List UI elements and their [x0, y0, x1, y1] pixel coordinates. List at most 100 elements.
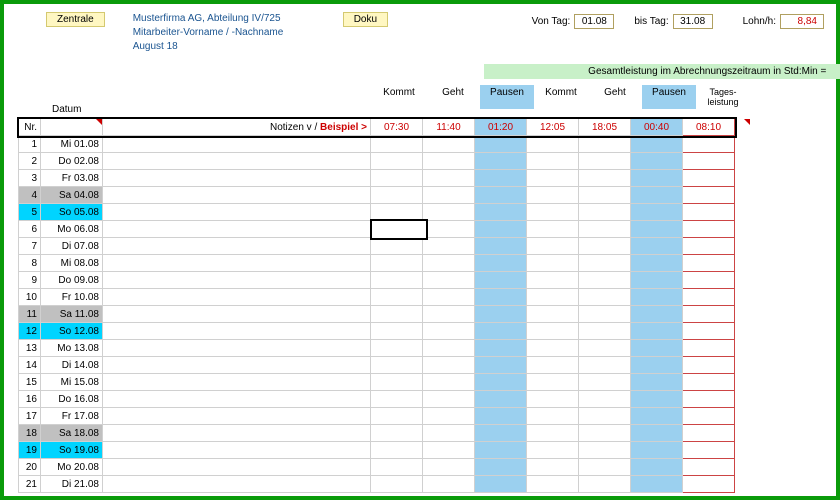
row-geht-1[interactable] — [423, 272, 475, 289]
row-geht-2[interactable] — [579, 153, 631, 170]
row-geht-1[interactable] — [423, 459, 475, 476]
row-geht-2[interactable] — [579, 391, 631, 408]
table-row[interactable]: 9Do 09.08 — [19, 272, 735, 289]
row-pausen-2[interactable] — [631, 204, 683, 221]
row-kommt-2[interactable] — [527, 153, 579, 170]
row-notes[interactable] — [103, 340, 371, 357]
table-row[interactable]: 21Di 21.08 — [19, 476, 735, 493]
row-pausen-2[interactable] — [631, 255, 683, 272]
table-row[interactable]: 14Di 14.08 — [19, 357, 735, 374]
row-geht-2[interactable] — [579, 459, 631, 476]
row-kommt-1[interactable] — [371, 391, 423, 408]
row-kommt-2[interactable] — [527, 425, 579, 442]
lohn-input[interactable]: 8,84 — [780, 14, 824, 29]
row-notes[interactable] — [103, 306, 371, 323]
row-pausen-1[interactable] — [475, 204, 527, 221]
row-pausen-1[interactable] — [475, 289, 527, 306]
row-geht-2[interactable] — [579, 408, 631, 425]
von-tag-input[interactable]: 01.08 — [574, 14, 614, 29]
row-notes[interactable] — [103, 272, 371, 289]
row-pausen-2[interactable] — [631, 289, 683, 306]
row-kommt-2[interactable] — [527, 408, 579, 425]
table-row[interactable]: 2Do 02.08 — [19, 153, 735, 170]
row-kommt-1[interactable] — [371, 187, 423, 204]
row-notes[interactable] — [103, 476, 371, 493]
row-pausen-2[interactable] — [631, 238, 683, 255]
row-kommt-1[interactable] — [371, 425, 423, 442]
row-pausen-1[interactable] — [475, 357, 527, 374]
row-kommt-2[interactable] — [527, 374, 579, 391]
row-geht-1[interactable] — [423, 289, 475, 306]
row-kommt-2[interactable] — [527, 306, 579, 323]
row-kommt-1[interactable] — [371, 408, 423, 425]
row-geht-1[interactable] — [423, 187, 475, 204]
row-notes[interactable] — [103, 323, 371, 340]
row-notes[interactable] — [103, 204, 371, 221]
row-geht-1[interactable] — [423, 374, 475, 391]
row-kommt-1[interactable] — [371, 442, 423, 459]
row-geht-1[interactable] — [423, 391, 475, 408]
row-notes[interactable] — [103, 374, 371, 391]
row-kommt-1[interactable] — [371, 272, 423, 289]
row-geht-2[interactable] — [579, 170, 631, 187]
row-kommt-2[interactable] — [527, 238, 579, 255]
row-notes[interactable] — [103, 391, 371, 408]
row-kommt-1[interactable] — [371, 476, 423, 493]
row-geht-1[interactable] — [423, 170, 475, 187]
table-row[interactable]: 3Fr 03.08 — [19, 170, 735, 187]
row-geht-2[interactable] — [579, 272, 631, 289]
row-geht-1[interactable] — [423, 136, 475, 153]
zentrale-button[interactable]: Zentrale — [46, 12, 105, 27]
row-pausen-1[interactable] — [475, 425, 527, 442]
row-kommt-2[interactable] — [527, 221, 579, 238]
row-geht-1[interactable] — [423, 255, 475, 272]
row-kommt-2[interactable] — [527, 187, 579, 204]
row-kommt-2[interactable] — [527, 323, 579, 340]
row-geht-1[interactable] — [423, 238, 475, 255]
table-row[interactable]: 20Mo 20.08 — [19, 459, 735, 476]
row-pausen-2[interactable] — [631, 153, 683, 170]
row-notes[interactable] — [103, 255, 371, 272]
table-row[interactable]: 13Mo 13.08 — [19, 340, 735, 357]
table-row[interactable]: 12So 12.08 — [19, 323, 735, 340]
row-kommt-2[interactable] — [527, 442, 579, 459]
row-pausen-1[interactable] — [475, 408, 527, 425]
row-kommt-2[interactable] — [527, 170, 579, 187]
row-geht-1[interactable] — [423, 306, 475, 323]
row-pausen-1[interactable] — [475, 374, 527, 391]
row-pausen-2[interactable] — [631, 340, 683, 357]
row-notes[interactable] — [103, 136, 371, 153]
doku-button[interactable]: Doku — [343, 12, 388, 27]
row-geht-1[interactable] — [423, 340, 475, 357]
row-geht-1[interactable] — [423, 425, 475, 442]
row-kommt-2[interactable] — [527, 272, 579, 289]
row-geht-2[interactable] — [579, 204, 631, 221]
row-geht-2[interactable] — [579, 238, 631, 255]
row-geht-2[interactable] — [579, 374, 631, 391]
row-pausen-1[interactable] — [475, 306, 527, 323]
row-geht-2[interactable] — [579, 289, 631, 306]
row-notes[interactable] — [103, 153, 371, 170]
row-geht-2[interactable] — [579, 442, 631, 459]
row-pausen-2[interactable] — [631, 391, 683, 408]
row-geht-2[interactable] — [579, 255, 631, 272]
row-kommt-1[interactable] — [371, 357, 423, 374]
row-kommt-1[interactable] — [371, 374, 423, 391]
row-notes[interactable] — [103, 289, 371, 306]
row-kommt-2[interactable] — [527, 357, 579, 374]
row-notes[interactable] — [103, 357, 371, 374]
row-kommt-1[interactable] — [371, 170, 423, 187]
row-pausen-2[interactable] — [631, 136, 683, 153]
row-pausen-2[interactable] — [631, 306, 683, 323]
row-pausen-1[interactable] — [475, 476, 527, 493]
row-kommt-1[interactable] — [371, 153, 423, 170]
row-kommt-2[interactable] — [527, 391, 579, 408]
row-kommt-1[interactable] — [371, 204, 423, 221]
row-pausen-2[interactable] — [631, 459, 683, 476]
table-row[interactable]: 7Di 07.08 — [19, 238, 735, 255]
row-kommt-2[interactable] — [527, 459, 579, 476]
row-pausen-2[interactable] — [631, 187, 683, 204]
row-pausen-2[interactable] — [631, 374, 683, 391]
table-row[interactable]: 8Mi 08.08 — [19, 255, 735, 272]
row-geht-1[interactable] — [423, 442, 475, 459]
